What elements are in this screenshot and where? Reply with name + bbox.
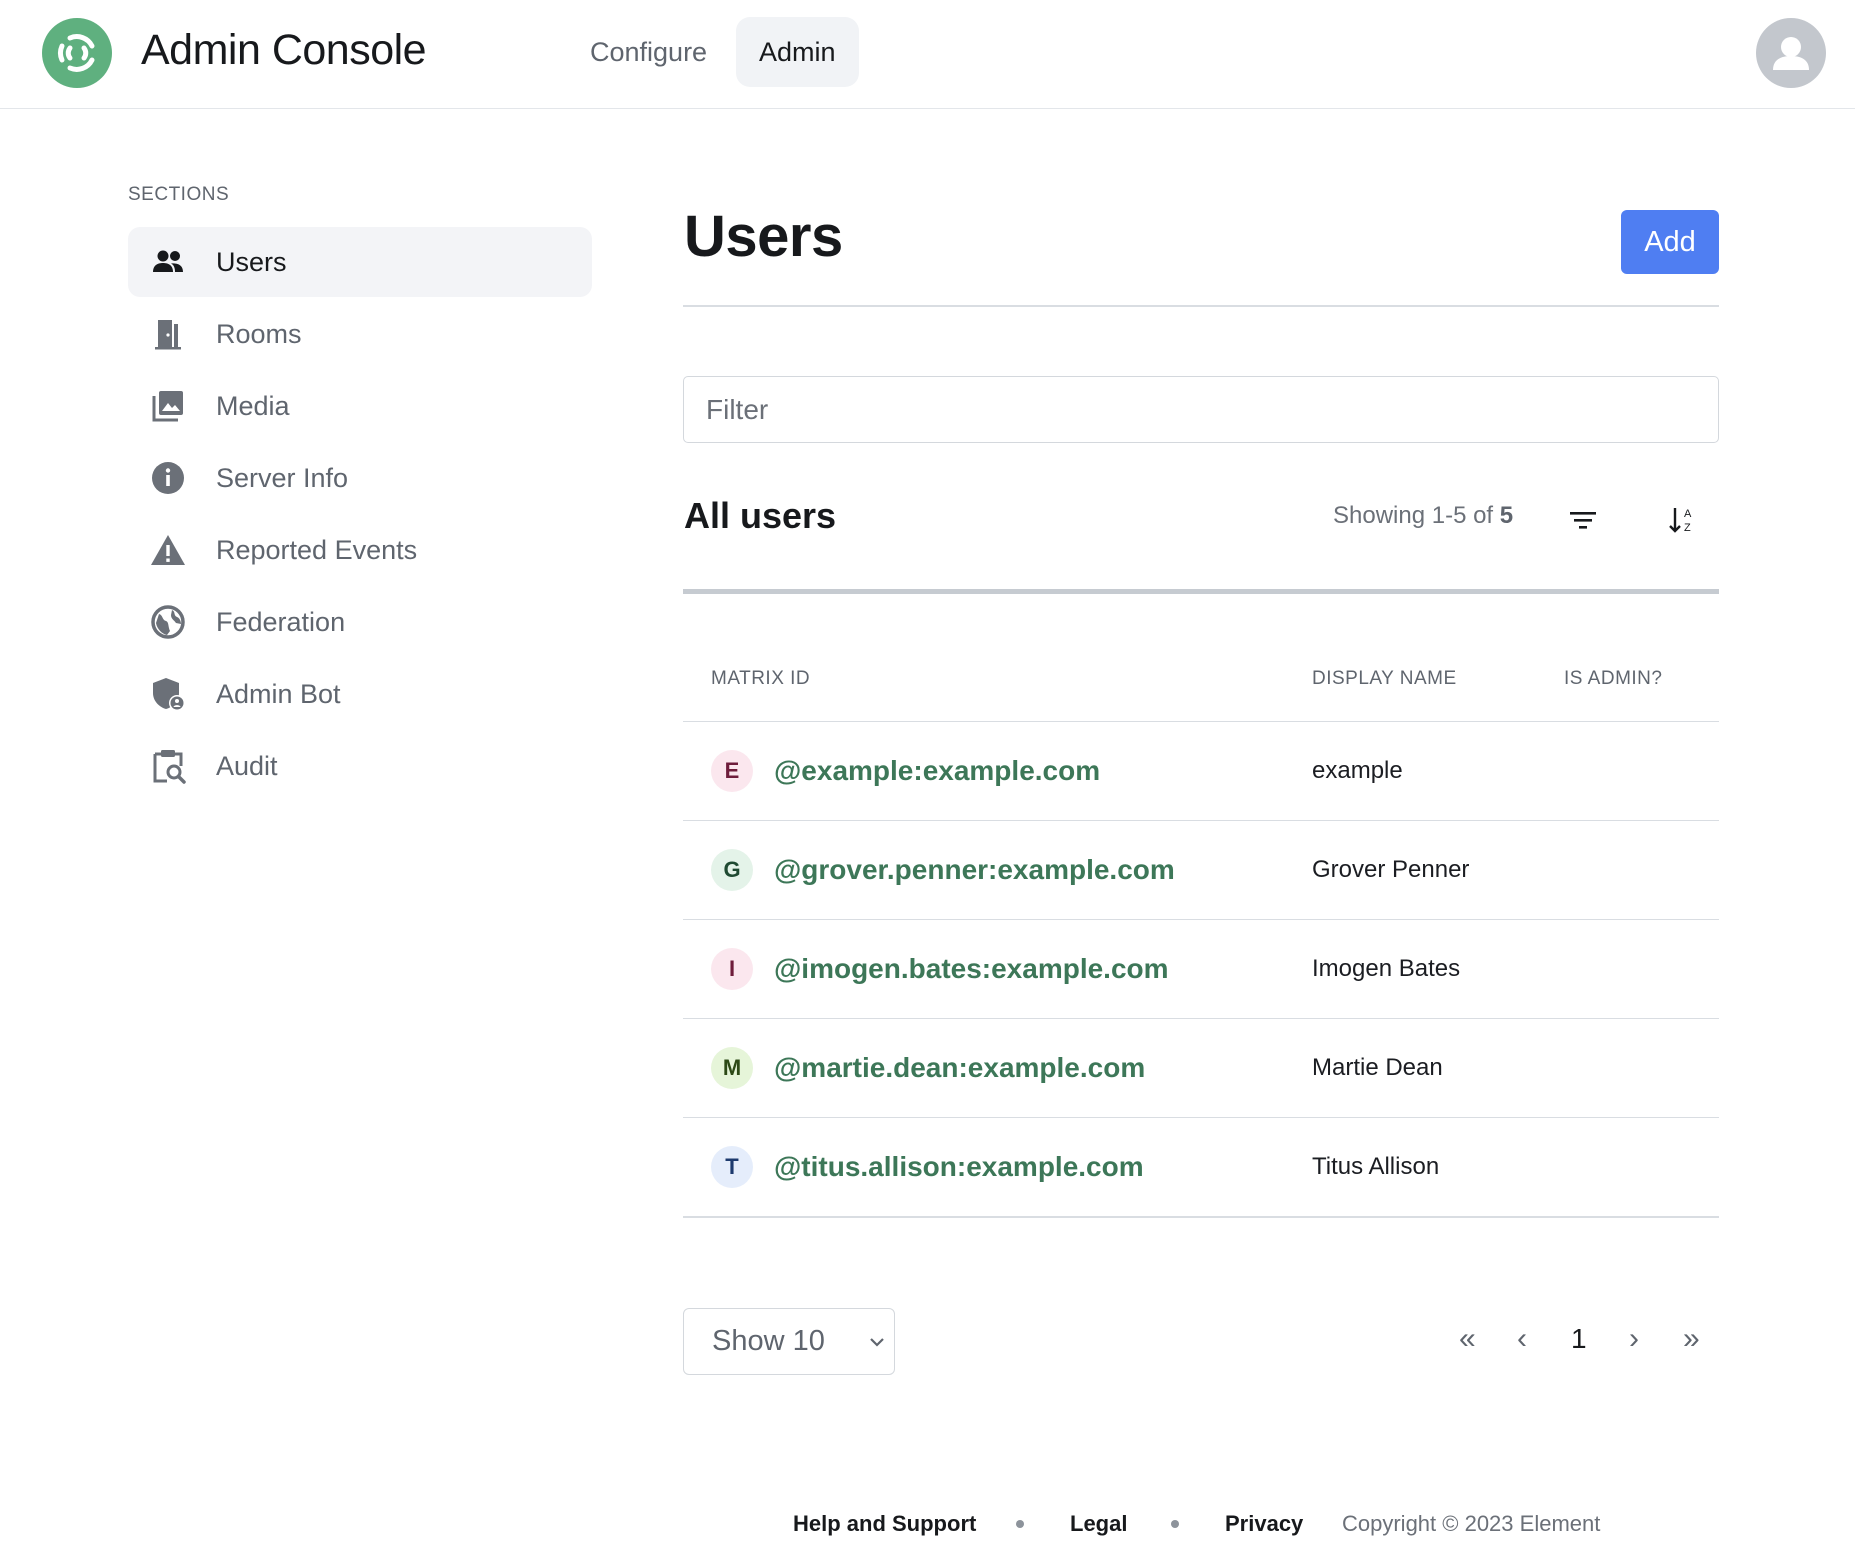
footer-link-privacy[interactable]: Privacy bbox=[1225, 1511, 1303, 1537]
sections-heading: SECTIONS bbox=[128, 184, 230, 205]
door-icon bbox=[155, 320, 181, 350]
person-icon bbox=[1773, 37, 1809, 70]
page-title: Users bbox=[684, 204, 843, 269]
sidebar-item-label: Reported Events bbox=[216, 535, 418, 565]
filter-input[interactable] bbox=[683, 376, 1719, 443]
sidebar-item-label: Users bbox=[216, 247, 287, 277]
display-name: Martie Dean bbox=[1312, 1054, 1443, 1081]
page-size-select[interactable]: Show 10 bbox=[683, 1308, 895, 1375]
sidebar-item-federation[interactable]: Federation bbox=[128, 587, 592, 657]
divider bbox=[683, 589, 1719, 594]
footer-separator bbox=[1171, 1520, 1179, 1528]
sidebar-item-server-info[interactable]: Server Info bbox=[128, 443, 592, 513]
table-row[interactable]: G @grover.penner:example.com Grover Penner bbox=[683, 820, 1719, 919]
matrix-id-link[interactable]: @titus.allison:example.com bbox=[774, 1118, 1144, 1215]
page-size-value: Show 10 bbox=[712, 1325, 825, 1357]
globe-icon bbox=[151, 605, 185, 639]
last-page-button[interactable]: » bbox=[1683, 1322, 1700, 1356]
matrix-id-link[interactable]: @martie.dean:example.com bbox=[774, 1019, 1145, 1116]
display-name: Imogen Bates bbox=[1312, 955, 1461, 982]
sidebar-item-label: Admin Bot bbox=[216, 679, 341, 709]
user-avatar: I bbox=[711, 948, 753, 990]
sort-alpha-icon: A Z bbox=[1669, 508, 1692, 534]
column-header-matrix-id[interactable]: MATRIX ID bbox=[711, 668, 810, 690]
sidebar-item-audit[interactable]: Audit bbox=[128, 731, 592, 801]
user-avatar: G bbox=[711, 849, 753, 891]
sidebar-item-admin-bot[interactable]: Admin Bot bbox=[128, 659, 592, 729]
previous-page-button[interactable]: ‹ bbox=[1517, 1322, 1527, 1356]
sidebar-item-label: Rooms bbox=[216, 319, 302, 349]
svg-text:A: A bbox=[1684, 508, 1692, 520]
info-icon bbox=[152, 462, 184, 494]
matrix-id-link[interactable]: @grover.penner:example.com bbox=[774, 821, 1175, 918]
svg-text:Z: Z bbox=[1684, 522, 1691, 534]
table-row[interactable]: I @imogen.bates:example.com Imogen Bates bbox=[683, 919, 1719, 1018]
user-avatar: T bbox=[711, 1146, 753, 1188]
image-icon bbox=[152, 391, 183, 422]
sidebar-item-label: Server Info bbox=[216, 463, 349, 493]
copyright: Copyright © 2023 Element bbox=[1342, 1511, 1601, 1536]
sidebar-item-reported-events[interactable]: Reported Events bbox=[128, 515, 592, 585]
clipboard-search-icon bbox=[153, 750, 186, 784]
table-row[interactable]: E @example:example.com example bbox=[683, 721, 1719, 820]
matrix-id-link[interactable]: @example:example.com bbox=[774, 722, 1100, 819]
footer-separator bbox=[1016, 1520, 1024, 1528]
shield-user-icon bbox=[153, 678, 185, 711]
next-page-button[interactable]: › bbox=[1629, 1322, 1639, 1356]
current-page[interactable]: 1 bbox=[1571, 1323, 1587, 1355]
display-name: Titus Allison bbox=[1312, 1153, 1440, 1180]
user-avatar: M bbox=[711, 1047, 753, 1089]
results-count-total: 5 bbox=[1499, 502, 1514, 529]
sidebar-item-label: Federation bbox=[216, 607, 346, 637]
element-logo-icon[interactable] bbox=[42, 18, 112, 88]
users-icon bbox=[153, 250, 183, 272]
tab-configure[interactable]: Configure bbox=[567, 17, 730, 87]
filter-button[interactable] bbox=[1563, 500, 1603, 540]
divider bbox=[683, 305, 1719, 307]
list-title: All users bbox=[684, 495, 837, 536]
column-header-display-name[interactable]: DISPLAY NAME bbox=[1312, 668, 1457, 690]
warning-icon bbox=[151, 535, 185, 565]
add-user-button[interactable]: Add bbox=[1621, 210, 1719, 274]
results-count-prefix: Showing 1-5 of bbox=[1333, 502, 1494, 529]
sidebar-item-rooms[interactable]: Rooms bbox=[128, 299, 592, 369]
sidebar-item-users[interactable]: Users bbox=[128, 227, 592, 297]
user-avatar: E bbox=[711, 750, 753, 792]
results-count: Showing 1-5 of 5 bbox=[1333, 502, 1513, 530]
divider bbox=[683, 1216, 1719, 1218]
footer-link-legal[interactable]: Legal bbox=[1070, 1511, 1127, 1537]
display-name: Grover Penner bbox=[1312, 856, 1470, 883]
top-bar: Admin Console Configure Admin bbox=[0, 0, 1855, 109]
sidebar-item-media[interactable]: Media bbox=[128, 371, 592, 441]
column-header-is-admin[interactable]: IS ADMIN? bbox=[1564, 668, 1662, 690]
display-name: example bbox=[1312, 757, 1403, 784]
footer-link-help[interactable]: Help and Support bbox=[793, 1511, 976, 1537]
app-title: Admin Console bbox=[141, 26, 427, 74]
user-avatar[interactable] bbox=[1756, 18, 1826, 88]
tab-admin[interactable]: Admin bbox=[736, 17, 859, 87]
first-page-button[interactable]: « bbox=[1459, 1322, 1476, 1356]
filter-lines-icon bbox=[1570, 512, 1596, 529]
matrix-id-link[interactable]: @imogen.bates:example.com bbox=[774, 920, 1169, 1017]
sort-button[interactable]: A Z bbox=[1663, 500, 1703, 540]
table-row[interactable]: T @titus.allison:example.com Titus Allison bbox=[683, 1117, 1719, 1216]
chevron-down-icon bbox=[870, 1338, 884, 1347]
table-row[interactable]: M @martie.dean:example.com Martie Dean bbox=[683, 1018, 1719, 1117]
sidebar-item-label: Media bbox=[216, 391, 290, 421]
sidebar-item-label: Audit bbox=[216, 751, 278, 781]
